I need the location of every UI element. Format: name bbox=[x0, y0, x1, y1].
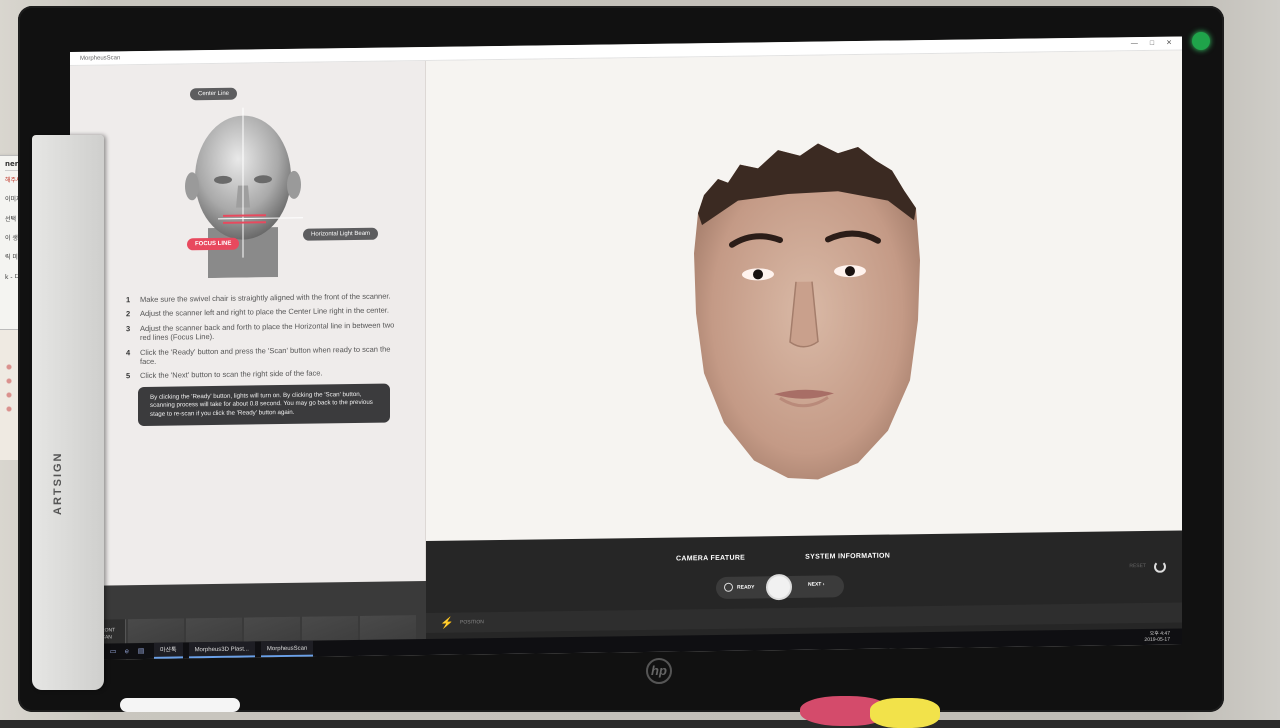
next-button[interactable]: NEXT › bbox=[808, 581, 824, 587]
close-button[interactable]: ✕ bbox=[1166, 37, 1172, 51]
maximize-button[interactable]: □ bbox=[1150, 37, 1154, 51]
focus-line-callout: FOCUS LINE bbox=[187, 238, 239, 251]
scanned-face-mesh[interactable] bbox=[688, 140, 924, 483]
step-text: Adjust the scanner back and forth to pla… bbox=[140, 320, 394, 342]
flash-icon[interactable]: ⚡ bbox=[440, 617, 454, 630]
tray-date: 2019-05-17 bbox=[1144, 637, 1170, 643]
step-item: 3 Adjust the scanner back and forth to pl… bbox=[126, 320, 396, 343]
step-item: 1 Make sure the swivel chair is straightl… bbox=[126, 291, 396, 304]
tab-camera-feature[interactable]: CAMERA FEATURE bbox=[676, 555, 745, 563]
step-text: Adjust the scanner left and right to pla… bbox=[140, 306, 389, 318]
refresh-icon[interactable] bbox=[1154, 561, 1166, 573]
step-item: 2 Adjust the scanner left and right to pl… bbox=[126, 306, 396, 319]
monitor-side-tag: ARTSIGN bbox=[32, 135, 104, 690]
step-number: 5 bbox=[126, 371, 130, 380]
chevron-right-icon: › bbox=[823, 581, 825, 587]
system-tray[interactable]: 오후 4:47 2019-05-17 bbox=[1144, 630, 1182, 643]
position-bar: ⚡ POSITION bbox=[426, 602, 1182, 633]
pen bbox=[120, 698, 240, 712]
guide-panel: Center Line Horizontal Light Beam FOCUS … bbox=[70, 61, 426, 586]
side-tag-brand: ARTSIGN bbox=[52, 452, 64, 516]
window-controls: — □ ✕ bbox=[1131, 37, 1172, 52]
step-number: 1 bbox=[126, 295, 130, 304]
power-led-icon bbox=[1192, 32, 1210, 50]
step-text: Click the 'Next' button to scan the righ… bbox=[140, 369, 323, 381]
head-diagram-icon bbox=[178, 107, 308, 279]
taskbar-item[interactable]: Morpheus3D Plast... bbox=[189, 641, 255, 658]
instruction-steps: 1 Make sure the swivel chair is straightl… bbox=[126, 291, 396, 385]
taskbar-item[interactable]: MorpheusScan bbox=[261, 641, 313, 658]
hp-logo: hp bbox=[646, 658, 672, 684]
horizontal-beam-callout: Horizontal Light Beam bbox=[303, 228, 378, 241]
step-number: 4 bbox=[126, 348, 130, 357]
position-label: POSITION bbox=[460, 619, 484, 625]
tab-system-information[interactable]: SYSTEM INFORMATION bbox=[805, 553, 890, 561]
step-text: Click the 'Ready' button and press the '… bbox=[140, 344, 390, 366]
scan-button[interactable] bbox=[766, 574, 792, 600]
minimize-button[interactable]: — bbox=[1131, 37, 1138, 51]
next-label: NEXT bbox=[808, 582, 821, 588]
scan-viewport[interactable] bbox=[426, 50, 1182, 541]
scan-control-pill: READY NEXT › bbox=[716, 575, 844, 599]
info-note: By clicking the 'Ready' button, lights w… bbox=[138, 384, 390, 427]
folder-icon[interactable]: ▤ bbox=[134, 647, 148, 655]
window-title: MorpheusScan bbox=[80, 55, 120, 62]
yellow-object bbox=[870, 698, 940, 728]
step-number: 2 bbox=[126, 310, 130, 319]
desk-items bbox=[0, 690, 1280, 720]
step-text: Make sure the swivel chair is straightly… bbox=[140, 292, 391, 304]
step-item: 5 Click the 'Next' button to scan the rig… bbox=[126, 368, 396, 381]
center-line-callout: Center Line bbox=[190, 88, 237, 101]
ready-circle-icon bbox=[724, 583, 733, 592]
browser-icon[interactable]: e bbox=[120, 648, 134, 655]
step-item: 4 Click the 'Ready' button and press the … bbox=[126, 344, 396, 367]
reset-label: RESET bbox=[1129, 563, 1146, 569]
screen: MorpheusScan — □ ✕ bbox=[70, 36, 1182, 660]
task-view-icon[interactable]: ▭ bbox=[106, 647, 120, 655]
control-tabs: CAMERA FEATURE SYSTEM INFORMATION bbox=[676, 553, 890, 563]
taskbar-item[interactable]: 마샨톡 bbox=[154, 642, 183, 658]
step-number: 3 bbox=[126, 324, 130, 333]
ready-button[interactable]: READY bbox=[724, 582, 755, 591]
ready-label: READY bbox=[737, 584, 755, 590]
